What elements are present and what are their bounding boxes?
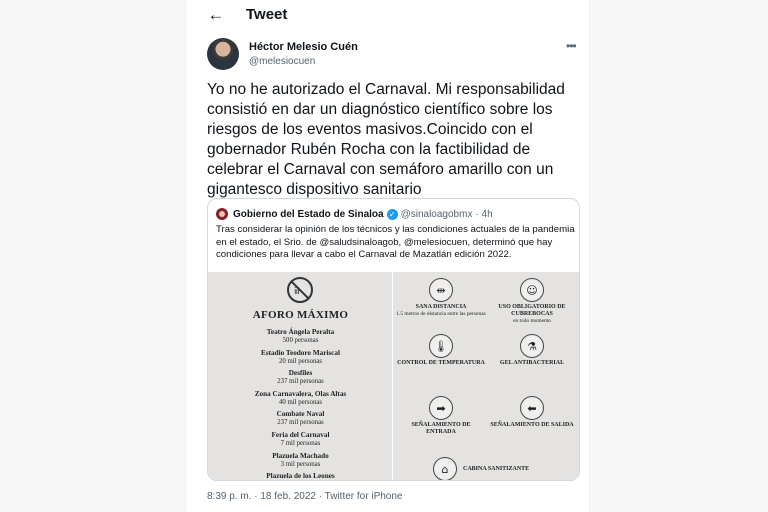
face-mask-icon: ☺	[520, 278, 544, 302]
quoted-time: · 4h	[475, 208, 493, 220]
venue-capacity: 237 mil personas	[277, 419, 324, 427]
venue-name: Feria del Carnaval	[271, 430, 330, 439]
measure-title: SEÑALAMIENTO DE ENTRADA	[411, 422, 471, 435]
venue-name: Zona Carnavalera, Olas Altas	[254, 389, 347, 398]
venue-capacity: 3 mil personas	[280, 460, 321, 468]
aforo-panel: ⅲ AFORO MÁXIMO Teatro Ángela Peralta 500 …	[208, 272, 393, 481]
venue-item: Combate Naval 237 mil personas	[208, 410, 392, 431]
venue-list: Teatro Ángela Peralta 500 personas Estadi…	[208, 328, 392, 481]
measure-title: USO OBLIGATORIO DE CUBREBOCAS	[498, 304, 566, 317]
venue-capacity: 40 mil personas	[278, 398, 323, 406]
measure-item: ⚗ GEL ANTIBACTERIAL	[487, 334, 577, 367]
measure-subtitle: en todo momento	[513, 318, 551, 324]
infographic-image[interactable]: ⅲ AFORO MÁXIMO Teatro Ángela Peralta 500 …	[208, 272, 579, 481]
tweet-text: Yo no he autorizado el Carnaval. Mi resp…	[207, 81, 565, 198]
gel-bottle-icon: ⚗	[520, 334, 544, 358]
measure-item: ⬅ SEÑALAMIENTO DE SALIDA	[487, 396, 577, 429]
avatar[interactable]	[207, 38, 239, 70]
venue-name: Plazuela Machado	[272, 451, 329, 460]
measure-title: CABINA SANITIZANTE	[463, 465, 530, 472]
measures-panel: ⇹ SANA DISTANCIA 1.5 metros de distancia…	[393, 272, 579, 480]
venue-name: Estadio Teodoro Mariscal	[261, 348, 340, 357]
quoted-author-name: Gobierno del Estado de Sinaloa	[233, 208, 384, 220]
measure-item: 🌡 CONTROL DE TEMPERATURA	[396, 334, 486, 367]
arrow-left-icon[interactable]: ←	[206, 5, 226, 25]
verified-badge-icon: ✓	[386, 208, 398, 220]
measure-subtitle: 1.5 metros de distancia entre las person…	[396, 311, 486, 317]
tweet-timestamp[interactable]: 8:39 p. m. · 18 feb. 2022 · Twitter for …	[207, 491, 402, 502]
tweet-column: ← Tweet Héctor Melesio Cuén @melesiocuen…	[185, 0, 590, 512]
venue-item: Zona Carnavalera, Olas Altas 40 mil perso…	[208, 389, 392, 411]
thermometer-icon: 🌡	[429, 334, 453, 358]
quoted-tweet-header: Gobierno del Estado de Sinaloa ✓ @sinalo…	[216, 207, 493, 221]
venue-item: Plazuela Machado 3 mil personas	[208, 451, 392, 473]
venue-capacity: 500 personas	[282, 337, 319, 344]
venue-item: Estadio Teodoro Mariscal 20 mil personas	[208, 348, 392, 370]
page-title: Tweet	[246, 6, 288, 23]
aforo-title: AFORO MÁXIMO	[252, 309, 349, 321]
measure-item: ☺ USO OBLIGATORIO DE CUBREBOCAS en todo …	[487, 278, 577, 325]
measure-title: GEL ANTIBACTERIAL	[499, 360, 565, 366]
measure-title: CONTROL DE TEMPERATURA	[397, 360, 485, 366]
quoted-tweet[interactable]: Gobierno del Estado de Sinaloa ✓ @sinalo…	[207, 198, 580, 481]
venue-item: Plazuela de los Leones	[208, 472, 392, 481]
venue-capacity: 237 mil personas	[277, 378, 324, 386]
venue-name: Teatro Ángela Peralta	[266, 328, 335, 336]
sanitizing-booth-icon: ⌂	[433, 457, 457, 480]
header: ← Tweet	[186, 0, 589, 30]
people-distance-icon: ⇹	[429, 278, 453, 302]
quoted-tweet-text: Tras considerar la opinión de los técnic…	[216, 224, 575, 260]
measure-title: SANA DISTANCIA	[415, 304, 467, 310]
venue-name: Plazuela de los Leones	[266, 472, 335, 481]
venue-name: Desfiles	[288, 369, 313, 378]
venue-capacity: 7 mil personas	[280, 439, 321, 447]
venue-item: Feria del Carnaval 7 mil personas	[208, 430, 392, 452]
no-crowds-icon: ⅲ	[287, 277, 313, 303]
more-horizontal-icon[interactable]: •••	[566, 39, 577, 53]
venue-name: Combate Naval	[276, 410, 325, 419]
author-name[interactable]: Héctor Melesio Cuén	[249, 41, 358, 53]
account-logo-icon	[216, 208, 228, 220]
measure-item: ➡ SEÑALAMIENTO DE ENTRADA	[396, 396, 486, 436]
venue-item: Desfiles 237 mil personas	[208, 369, 392, 390]
quoted-author-handle: @sinaloagobmx	[400, 208, 473, 220]
venue-capacity: 20 mil personas	[278, 357, 323, 365]
measure-title: SEÑALAMIENTO DE SALIDA	[490, 422, 574, 428]
venue-item: Teatro Ángela Peralta 500 personas	[208, 328, 392, 349]
measure-item: ⌂ CABINA SANITIZANTE	[433, 457, 543, 480]
arrow-right-icon: ➡	[429, 396, 453, 420]
arrow-left-icon: ⬅	[520, 396, 544, 420]
author-handle[interactable]: @melesiocuen	[249, 56, 315, 67]
measure-item: ⇹ SANA DISTANCIA 1.5 metros de distancia…	[396, 278, 486, 318]
